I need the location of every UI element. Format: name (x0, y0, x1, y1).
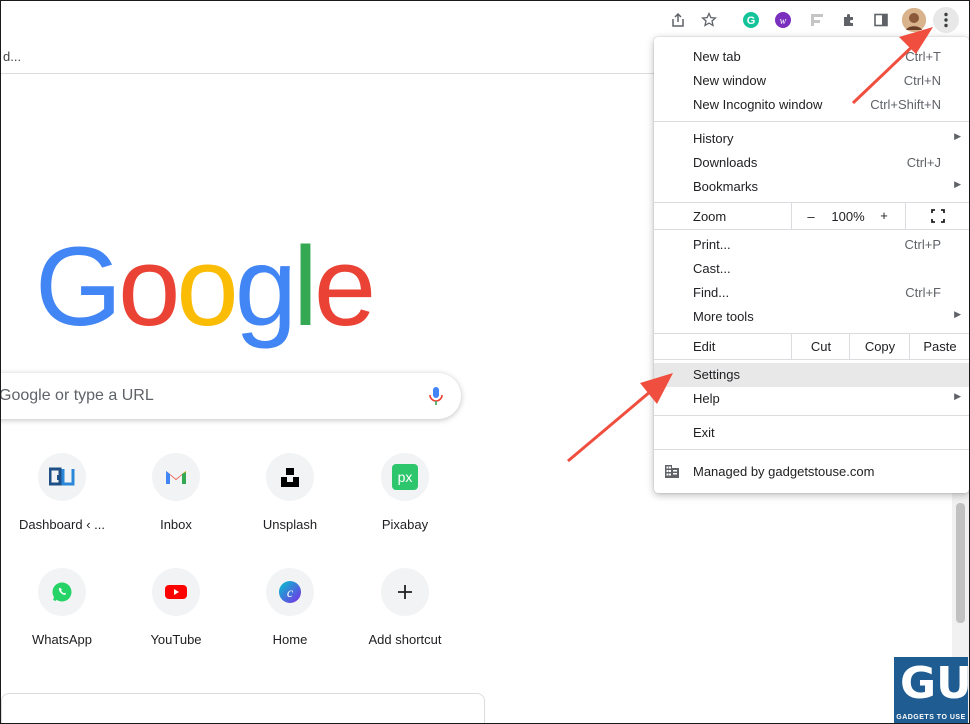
gadgetstouse-watermark: GU GADGETS TO USE (894, 657, 970, 723)
arrow-to-settings (567, 373, 673, 463)
watermark-text: GADGETS TO USE (896, 714, 966, 721)
browser-window: G w d... Google Google or type a URL Das… (0, 0, 970, 724)
arrow-to-menu-button (851, 27, 933, 105)
watermark-logo: GU (900, 658, 970, 709)
annotation-arrows (567, 27, 933, 463)
